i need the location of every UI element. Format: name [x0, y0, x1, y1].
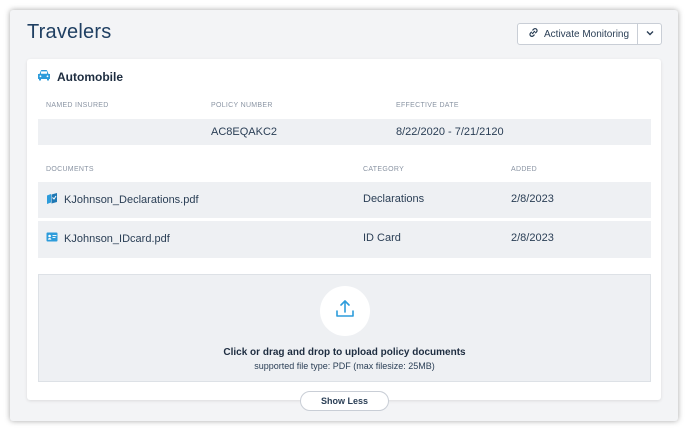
chevron-down-icon: [645, 25, 655, 43]
document-added: 2/8/2023: [511, 193, 554, 205]
upload-subtitle: supported file type: PDF (max filesize: …: [254, 361, 435, 371]
activate-options-dropdown[interactable]: [637, 24, 661, 44]
document-added: 2/8/2023: [511, 232, 554, 244]
document-link[interactable]: KJohnson_Declarations.pdf: [46, 193, 199, 207]
policy-type-label: Automobile: [57, 69, 123, 84]
activate-monitoring-button[interactable]: Activate Monitoring: [518, 24, 637, 44]
id-card-icon: [46, 232, 58, 245]
document-category: ID Card: [363, 232, 401, 244]
upload-icon: [334, 298, 356, 325]
policy-type-heading: Automobile: [37, 69, 123, 84]
effective-date-header: EFFECTIVE DATE: [396, 102, 459, 109]
named-insured-header: NAMED INSURED: [46, 102, 109, 109]
document-name: KJohnson_Declarations.pdf: [64, 194, 199, 206]
policy-card: Automobile NAMED INSURED POLICY NUMBER E…: [27, 59, 661, 400]
policy-number-value: AC8EQAKC2: [211, 126, 278, 138]
upload-dropzone[interactable]: Click or drag and drop to upload policy …: [38, 274, 651, 382]
activate-monitoring-label: Activate Monitoring: [544, 28, 630, 40]
document-link[interactable]: KJohnson_IDcard.pdf: [46, 232, 170, 245]
link-icon: [528, 27, 539, 41]
page-title: Travelers: [27, 21, 112, 43]
policy-number-header: POLICY NUMBER: [211, 102, 273, 109]
upload-button[interactable]: [320, 286, 370, 336]
upload-title: Click or drag and drop to upload policy …: [223, 347, 466, 358]
table-row: KJohnson_IDcard.pdf ID Card 2/8/2023: [38, 221, 651, 258]
document-name: KJohnson_IDcard.pdf: [64, 232, 170, 245]
documents-header: DOCUMENTS: [46, 166, 94, 173]
show-less-button[interactable]: Show Less: [300, 391, 389, 411]
added-header: ADDED: [511, 166, 538, 173]
document-category: Declarations: [363, 193, 425, 205]
car-icon: [37, 69, 51, 84]
policy-row: AC8EQAKC2 8/22/2020 - 7/21/2120: [38, 119, 651, 145]
table-row: KJohnson_Declarations.pdf Declarations 2…: [38, 182, 651, 218]
declarations-icon: [46, 193, 58, 207]
category-header: CATEGORY: [363, 166, 405, 173]
activate-monitoring-group: Activate Monitoring: [517, 23, 662, 45]
effective-date-value: 8/22/2020 - 7/21/2120: [396, 126, 504, 138]
